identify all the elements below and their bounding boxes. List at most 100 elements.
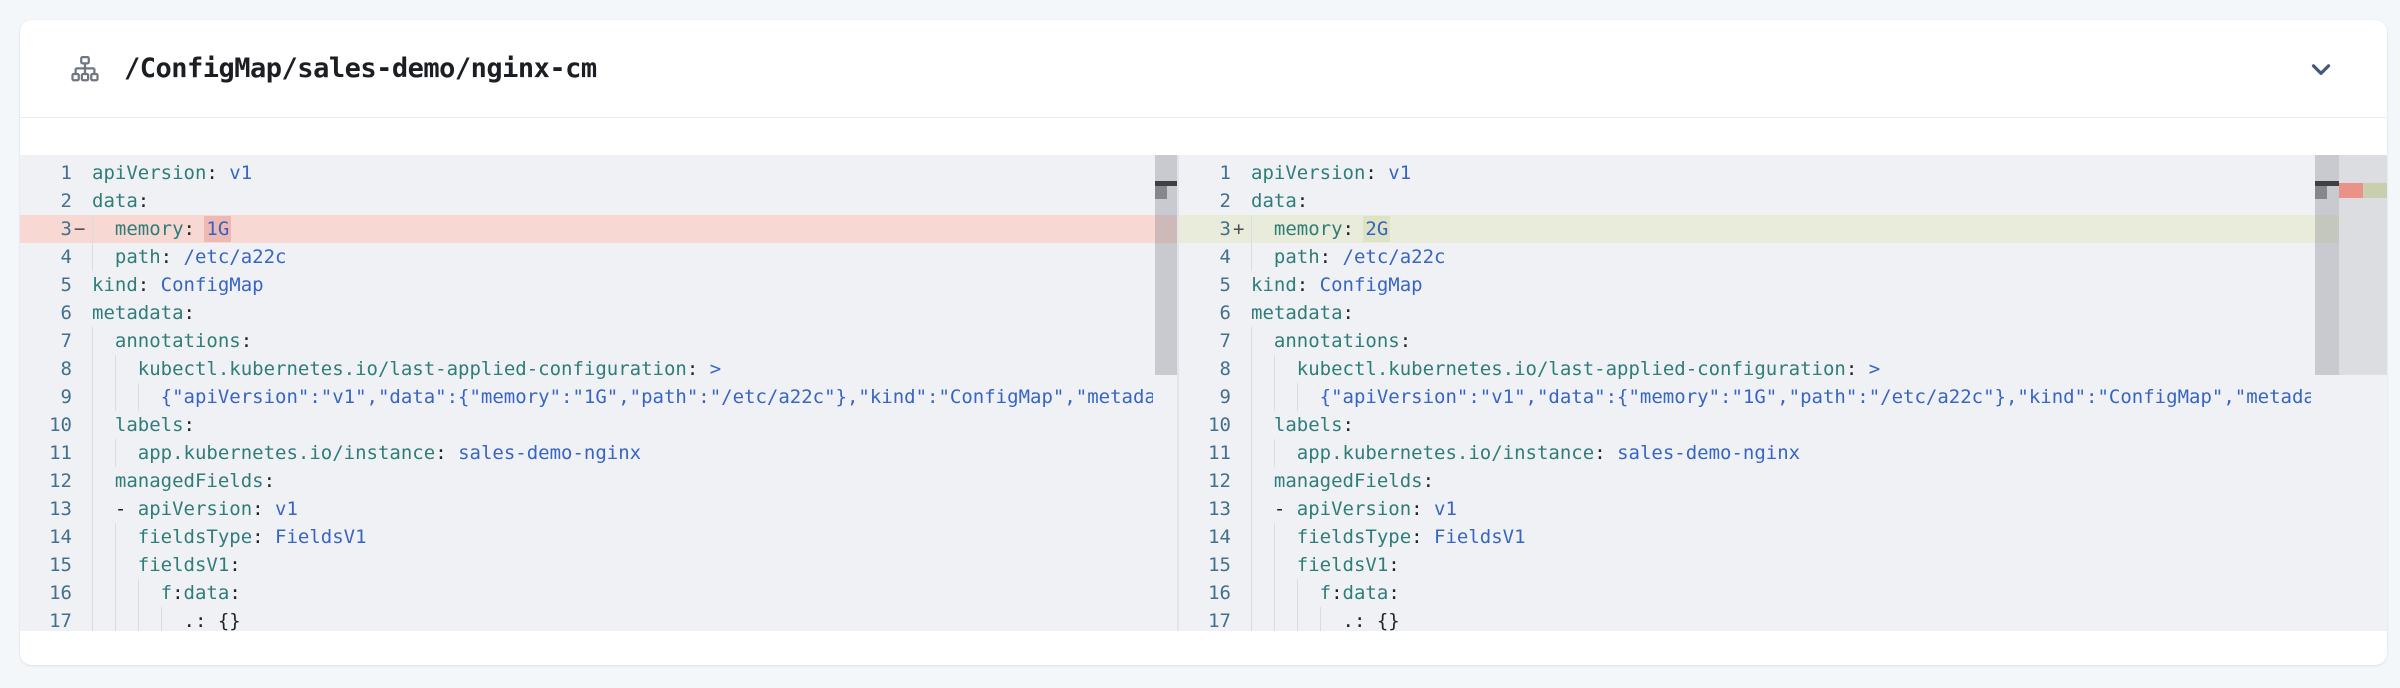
line-number[interactable]: 5 <box>1179 271 1231 299</box>
line-number[interactable]: 8 <box>1179 355 1231 383</box>
token: fieldsV1 <box>138 554 230 576</box>
line-number[interactable]: 7 <box>20 327 72 355</box>
code-line[interactable]: 17 .: {} <box>1179 607 2387 631</box>
line-number[interactable]: 2 <box>1179 187 1231 215</box>
line-number[interactable]: 16 <box>1179 579 1231 607</box>
line-number[interactable]: 14 <box>20 523 72 551</box>
line-number[interactable]: 16 <box>20 579 72 607</box>
code-line[interactable]: 13 - apiVersion: v1 <box>1179 495 2387 523</box>
code-line[interactable]: 9 {"apiVersion":"v1","data":{"memory":"1… <box>1179 383 2387 411</box>
line-number[interactable]: 9 <box>20 383 72 411</box>
token: memory <box>115 218 184 240</box>
code-line[interactable]: 2data: <box>20 187 1177 215</box>
code-line[interactable]: 11 app.kubernetes.io/instance: sales-dem… <box>20 439 1177 467</box>
diff-sign <box>72 159 92 187</box>
code-line[interactable]: 2data: <box>1179 187 2387 215</box>
code-line[interactable]: 1apiVersion: v1 <box>1179 159 2387 187</box>
line-number[interactable]: 15 <box>1179 551 1231 579</box>
code-line[interactable]: 15 fieldsV1: <box>20 551 1177 579</box>
code-line[interactable]: 3− memory: 1G <box>20 215 1177 243</box>
line-number[interactable]: 8 <box>20 355 72 383</box>
line-number[interactable]: 14 <box>1179 523 1231 551</box>
token: fieldsType <box>138 526 252 548</box>
line-number[interactable]: 11 <box>1179 439 1231 467</box>
token <box>1251 414 1274 436</box>
minimap-slider[interactable] <box>1155 155 1177 375</box>
code-line[interactable]: 8 kubectl.kubernetes.io/last-applied-con… <box>20 355 1177 383</box>
line-number[interactable]: 7 <box>1179 327 1231 355</box>
code-line[interactable]: 14 fieldsType: FieldsV1 <box>1179 523 2387 551</box>
code-line[interactable]: 4 path: /etc/a22c <box>20 243 1177 271</box>
code-text: .: {} <box>1251 607 2311 631</box>
line-number[interactable]: 9 <box>1179 383 1231 411</box>
indent-guide <box>92 327 93 355</box>
minimap-slider[interactable] <box>2315 155 2339 375</box>
code-line[interactable]: 7 annotations: <box>20 327 1177 355</box>
line-number[interactable]: 4 <box>20 243 72 271</box>
diff-sign <box>72 327 92 355</box>
code-line[interactable]: 3+ memory: 2G <box>1179 215 2387 243</box>
line-number[interactable]: 3 <box>20 215 72 243</box>
line-number[interactable]: 3 <box>1179 215 1231 243</box>
line-number[interactable]: 10 <box>20 411 72 439</box>
diff-sign <box>1231 551 1251 579</box>
indent-guide <box>115 523 116 551</box>
line-number[interactable]: 13 <box>1179 495 1231 523</box>
line-number[interactable]: 10 <box>1179 411 1231 439</box>
indent-guide <box>1274 355 1275 383</box>
line-number[interactable]: 15 <box>20 551 72 579</box>
token: : <box>138 190 149 212</box>
diff-overview-ruler[interactable] <box>2339 155 2387 375</box>
chevron-down-icon[interactable] <box>2299 47 2343 91</box>
token: : <box>1411 526 1434 548</box>
code-line[interactable]: 9 {"apiVersion":"v1","data":{"memory":"1… <box>20 383 1177 411</box>
code-line[interactable]: 16 f:data: <box>20 579 1177 607</box>
code-line[interactable]: 6metadata: <box>1179 299 2387 327</box>
code-line[interactable]: 12 managedFields: <box>20 467 1177 495</box>
code-line[interactable]: 10 labels: <box>1179 411 2387 439</box>
code-line[interactable]: 15 fieldsV1: <box>1179 551 2387 579</box>
indent-guide <box>138 383 139 411</box>
line-number[interactable]: 1 <box>1179 159 1231 187</box>
ruler-added-mark <box>2363 183 2387 198</box>
line-number[interactable]: 13 <box>20 495 72 523</box>
line-number[interactable]: 12 <box>1179 467 1231 495</box>
minimap-block-mark <box>1155 186 1167 199</box>
line-number[interactable]: 6 <box>20 299 72 327</box>
indent-guide <box>1297 383 1298 411</box>
code-line[interactable]: 5kind: ConfigMap <box>1179 271 2387 299</box>
code-line[interactable]: 11 app.kubernetes.io/instance: sales-dem… <box>1179 439 2387 467</box>
code-line[interactable]: 1apiVersion: v1 <box>20 159 1177 187</box>
line-number[interactable]: 4 <box>1179 243 1231 271</box>
code-line[interactable]: 6metadata: <box>20 299 1177 327</box>
indent-guide <box>1251 243 1252 271</box>
card-header: /ConfigMap/sales-demo/nginx-cm <box>20 20 2387 118</box>
line-number[interactable]: 17 <box>1179 607 1231 631</box>
code-line[interactable]: 13 - apiVersion: v1 <box>20 495 1177 523</box>
token: v1 <box>1388 162 1411 184</box>
line-number[interactable]: 12 <box>20 467 72 495</box>
indent-guide <box>92 579 93 607</box>
line-number[interactable]: 5 <box>20 271 72 299</box>
code-line[interactable]: 16 f:data: <box>1179 579 2387 607</box>
code-text: {"apiVersion":"v1","data":{"memory":"1G"… <box>92 383 1153 411</box>
indent-guide <box>92 467 93 495</box>
line-number[interactable]: 17 <box>20 607 72 631</box>
code-line[interactable]: 17 .: {} <box>20 607 1177 631</box>
code-line[interactable]: 14 fieldsType: FieldsV1 <box>20 523 1177 551</box>
code-line[interactable]: 12 managedFields: <box>1179 467 2387 495</box>
code-line[interactable]: 5kind: ConfigMap <box>20 271 1177 299</box>
code-line[interactable]: 10 labels: <box>20 411 1177 439</box>
diff-sign <box>72 187 92 215</box>
code-text: f:data: <box>1251 579 2311 607</box>
token: annotations <box>115 330 241 352</box>
code-line[interactable]: 8 kubectl.kubernetes.io/last-applied-con… <box>1179 355 2387 383</box>
line-number[interactable]: 1 <box>20 159 72 187</box>
code-line[interactable]: 4 path: /etc/a22c <box>1179 243 2387 271</box>
code-line[interactable]: 7 annotations: <box>1179 327 2387 355</box>
line-number[interactable]: 11 <box>20 439 72 467</box>
indent-guide <box>115 355 116 383</box>
code-text: f:data: <box>92 579 1153 607</box>
line-number[interactable]: 6 <box>1179 299 1231 327</box>
line-number[interactable]: 2 <box>20 187 72 215</box>
